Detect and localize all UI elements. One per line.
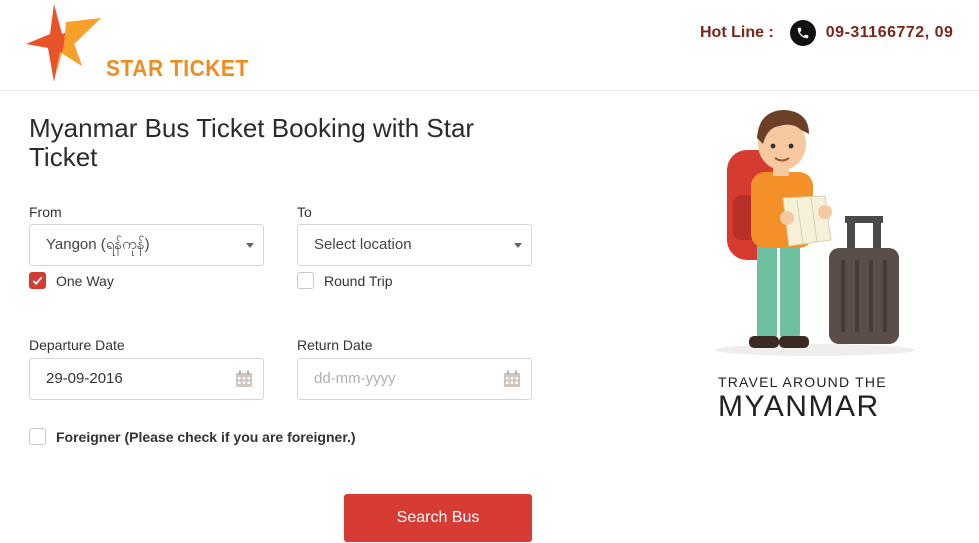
- hotline-number[interactable]: 09-31166772, 09: [826, 24, 954, 42]
- star-ticket-logo[interactable]: STAR TICKET: [26, 4, 248, 84]
- hotline-label: Hot Line :: [700, 24, 774, 41]
- chevron-down-icon: [514, 243, 522, 248]
- logo-text: STAR TICKET: [106, 56, 249, 82]
- round-trip-checkbox[interactable]: [297, 272, 314, 289]
- departure-date-field[interactable]: 29-09-2016: [29, 358, 264, 400]
- return-date-input[interactable]: [314, 370, 484, 387]
- checkmark-icon: [32, 276, 43, 286]
- from-label: From: [29, 204, 62, 220]
- to-select[interactable]: Select location: [297, 224, 532, 266]
- to-label: To: [297, 204, 312, 220]
- one-way-checkbox[interactable]: [29, 272, 46, 289]
- traveler-illustration: [715, 110, 915, 356]
- foreigner-label: Foreigner (Please check if you are forei…: [56, 428, 356, 445]
- chevron-down-icon: [246, 243, 254, 248]
- one-way-label: One Way: [56, 272, 114, 289]
- from-select-value: Yangon (ရန်ကုန်): [46, 236, 150, 253]
- one-way-option[interactable]: One Way: [29, 272, 114, 289]
- header: STAR TICKET Hot Line : 09-31166772, 09: [0, 0, 979, 91]
- calendar-icon[interactable]: [235, 370, 253, 388]
- calendar-icon[interactable]: [503, 370, 521, 388]
- phone-icon: [789, 20, 816, 46]
- return-date-label: Return Date: [297, 337, 373, 353]
- search-bus-button[interactable]: Search Bus: [344, 494, 532, 542]
- to-select-value: Select location: [314, 236, 412, 253]
- foreigner-option[interactable]: Foreigner (Please check if you are forei…: [29, 428, 356, 445]
- return-date-field[interactable]: [297, 358, 532, 400]
- page-title: Myanmar Bus Ticket Booking with Star Tic…: [29, 113, 475, 172]
- departure-date-value: 29-09-2016: [46, 370, 123, 387]
- from-select[interactable]: Yangon (ရန်ကုန်): [29, 224, 264, 266]
- hotline: Hot Line : 09-31166772, 09: [700, 20, 953, 46]
- promo-line-1: TRAVEL AROUND THE: [718, 374, 887, 390]
- round-trip-option[interactable]: Round Trip: [297, 272, 392, 289]
- star-logo-icon: [26, 4, 101, 82]
- foreigner-checkbox[interactable]: [29, 428, 46, 445]
- round-trip-label: Round Trip: [324, 272, 393, 289]
- departure-date-label: Departure Date: [29, 337, 125, 353]
- promo-line-2: MYANMAR: [718, 390, 880, 423]
